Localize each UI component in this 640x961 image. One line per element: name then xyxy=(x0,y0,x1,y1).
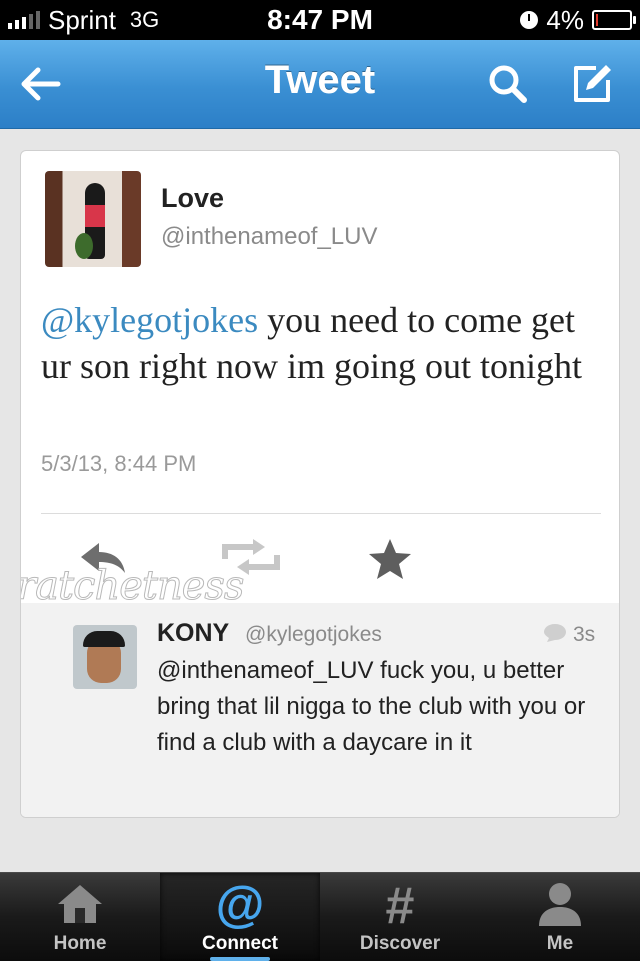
battery-fill xyxy=(596,14,598,26)
tab-connect-label: Connect xyxy=(202,933,278,954)
search-button[interactable] xyxy=(482,58,534,110)
compose-button[interactable] xyxy=(566,58,618,110)
tweet-text: @kylegotjokes you need to come get ur so… xyxy=(41,297,601,389)
divider xyxy=(41,513,601,514)
compose-icon xyxy=(574,65,611,102)
avatar-shirt xyxy=(85,205,105,227)
reply-timestamp: 3s xyxy=(573,623,596,646)
favorite-button[interactable] xyxy=(367,537,419,579)
avatar-plant xyxy=(75,233,93,259)
clock-icon xyxy=(520,11,539,29)
watermark-text: ratchetness xyxy=(20,563,245,610)
reply-author-handle[interactable]: @kylegotjokes xyxy=(245,623,382,647)
reply-text: @inthenameof_LUV fuck you, u better brin… xyxy=(157,657,586,756)
reply-avatar[interactable] xyxy=(73,625,137,689)
tab-selected-indicator xyxy=(210,957,270,961)
author-name[interactable]: Love xyxy=(161,183,224,214)
home-icon xyxy=(50,879,110,929)
author-avatar[interactable] xyxy=(45,171,141,267)
battery-icon xyxy=(592,10,636,30)
tweet-timestamp: 5/3/13, 8:44 PM xyxy=(41,451,197,476)
navigation-bar: Tweet xyxy=(0,40,640,129)
tab-home-label: Home xyxy=(53,933,107,954)
hashtag-icon: # xyxy=(370,879,430,929)
tab-connect[interactable]: @ Connect xyxy=(160,873,320,961)
search-icon xyxy=(489,65,527,103)
author-handle[interactable]: @inthenameof_LUV xyxy=(161,223,378,251)
tab-me-label: Me xyxy=(546,933,574,954)
tab-me[interactable]: Me xyxy=(480,873,640,961)
tweet-card: Love @inthenameof_LUV @kylegotjokes you … xyxy=(20,150,620,818)
person-icon xyxy=(530,879,590,929)
tab-discover[interactable]: # Discover xyxy=(320,873,480,961)
avatar-cap xyxy=(83,631,125,647)
tab-home[interactable]: Home xyxy=(0,873,160,961)
at-icon: @ xyxy=(210,879,270,929)
tab-bar: Home @ Connect # Discover Me xyxy=(0,872,640,961)
tab-discover-label: Discover xyxy=(359,933,441,954)
favorite-icon xyxy=(369,539,411,579)
reply-author-name[interactable]: KONY xyxy=(157,619,229,648)
battery-percent: 4% xyxy=(546,4,584,35)
conversation-bubble-icon xyxy=(544,624,566,642)
status-right: 4% xyxy=(520,4,636,36)
mention-link[interactable]: @kylegotjokes xyxy=(41,300,258,340)
page-title: Tweet xyxy=(264,58,376,102)
svg-text:#: # xyxy=(386,879,415,929)
status-bar: Sprint 3G 8:47 PM 4% xyxy=(0,0,640,40)
svg-text:@: @ xyxy=(216,879,265,929)
reply-list-item[interactable]: KONY @kylegotjokes 3s @inthenameof_LUV f… xyxy=(21,603,619,817)
